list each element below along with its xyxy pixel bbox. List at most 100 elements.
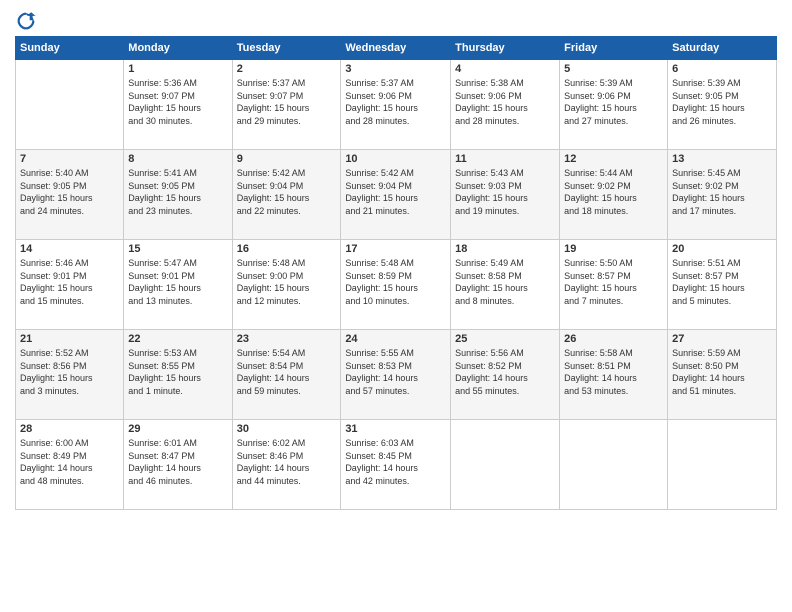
day-info: Sunrise: 5:36 AM Sunset: 9:07 PM Dayligh… bbox=[128, 77, 227, 127]
calendar-cell: 3Sunrise: 5:37 AM Sunset: 9:06 PM Daylig… bbox=[341, 60, 451, 150]
calendar-cell bbox=[560, 420, 668, 510]
day-number: 25 bbox=[455, 333, 555, 345]
day-number: 17 bbox=[345, 243, 446, 255]
calendar-page: SundayMondayTuesdayWednesdayThursdayFrid… bbox=[0, 0, 792, 612]
day-info: Sunrise: 5:42 AM Sunset: 9:04 PM Dayligh… bbox=[237, 167, 337, 217]
day-number: 9 bbox=[237, 153, 337, 165]
day-info: Sunrise: 5:42 AM Sunset: 9:04 PM Dayligh… bbox=[345, 167, 446, 217]
logo-icon bbox=[15, 10, 37, 32]
calendar-cell: 11 Sunrise: 5:43 AM Sunset: 9:03 PM Dayli… bbox=[451, 150, 560, 240]
day-number: 28 bbox=[20, 423, 119, 435]
day-number: 13 bbox=[672, 153, 772, 165]
day-info: Sunrise: 5:45 AM Sunset: 9:02 PM Dayligh… bbox=[672, 167, 772, 217]
calendar-cell: 21 Sunrise: 5:52 AM Sunset: 8:56 PM Dayli… bbox=[16, 330, 124, 420]
calendar-cell: 16Sunrise: 5:48 AM Sunset: 9:00 PM Dayli… bbox=[232, 240, 341, 330]
day-info: Sunrise: 5:49 AM Sunset: 8:58 PM Dayligh… bbox=[455, 257, 555, 307]
weekday-header: Tuesday bbox=[232, 37, 341, 60]
day-number: 1 bbox=[128, 63, 227, 75]
day-info: Sunrise: 5:56 AM Sunset: 8:52 PM Dayligh… bbox=[455, 347, 555, 397]
calendar-cell: 22 Sunrise: 5:53 AM Sunset: 8:55 PM Dayli… bbox=[124, 330, 232, 420]
day-number: 21 bbox=[20, 333, 119, 345]
day-number: 11 bbox=[455, 153, 555, 165]
day-number: 22 bbox=[128, 333, 227, 345]
day-number: 4 bbox=[455, 63, 555, 75]
day-info: Sunrise: 5:37 AM Sunset: 9:07 PM Dayligh… bbox=[237, 77, 337, 127]
day-number: 14 bbox=[20, 243, 119, 255]
calendar-cell: 5 Sunrise: 5:39 AM Sunset: 9:06 PM Daylig… bbox=[560, 60, 668, 150]
day-number: 31 bbox=[345, 423, 446, 435]
weekday-header: Monday bbox=[124, 37, 232, 60]
day-number: 10 bbox=[345, 153, 446, 165]
weekday-header: Friday bbox=[560, 37, 668, 60]
calendar-cell: 30Sunrise: 6:02 AM Sunset: 8:46 PM Dayli… bbox=[232, 420, 341, 510]
day-number: 12 bbox=[564, 153, 663, 165]
calendar-cell: 19 Sunrise: 5:50 AM Sunset: 8:57 PM Dayli… bbox=[560, 240, 668, 330]
day-info: Sunrise: 5:47 AM Sunset: 9:01 PM Dayligh… bbox=[128, 257, 227, 307]
weekday-header: Thursday bbox=[451, 37, 560, 60]
calendar-cell: 10 Sunrise: 5:42 AM Sunset: 9:04 PM Dayli… bbox=[341, 150, 451, 240]
logo bbox=[15, 10, 41, 32]
weekday-header-row: SundayMondayTuesdayWednesdayThursdayFrid… bbox=[16, 37, 777, 60]
calendar-week-row: 14 Sunrise: 5:46 AM Sunset: 9:01 PM Dayli… bbox=[16, 240, 777, 330]
calendar-cell: 1 Sunrise: 5:36 AM Sunset: 9:07 PM Daylig… bbox=[124, 60, 232, 150]
day-number: 8 bbox=[128, 153, 227, 165]
weekday-header: Wednesday bbox=[341, 37, 451, 60]
day-info: Sunrise: 5:59 AM Sunset: 8:50 PM Dayligh… bbox=[672, 347, 772, 397]
day-number: 7 bbox=[20, 153, 119, 165]
calendar-week-row: 21 Sunrise: 5:52 AM Sunset: 8:56 PM Dayli… bbox=[16, 330, 777, 420]
calendar-cell: 7 Sunrise: 5:40 AM Sunset: 9:05 PM Daylig… bbox=[16, 150, 124, 240]
day-info: Sunrise: 5:39 AM Sunset: 9:05 PM Dayligh… bbox=[672, 77, 772, 127]
day-number: 2 bbox=[237, 63, 337, 75]
day-number: 20 bbox=[672, 243, 772, 255]
calendar-cell: 23 Sunrise: 5:54 AM Sunset: 8:54 PM Dayli… bbox=[232, 330, 341, 420]
calendar-cell: 18 Sunrise: 5:49 AM Sunset: 8:58 PM Dayli… bbox=[451, 240, 560, 330]
day-info: Sunrise: 5:55 AM Sunset: 8:53 PM Dayligh… bbox=[345, 347, 446, 397]
calendar-cell: 9 Sunrise: 5:42 AM Sunset: 9:04 PM Daylig… bbox=[232, 150, 341, 240]
calendar-cell bbox=[16, 60, 124, 150]
calendar-cell: 12 Sunrise: 5:44 AM Sunset: 9:02 PM Dayli… bbox=[560, 150, 668, 240]
day-number: 24 bbox=[345, 333, 446, 345]
calendar-cell: 2 Sunrise: 5:37 AM Sunset: 9:07 PM Daylig… bbox=[232, 60, 341, 150]
day-number: 6 bbox=[672, 63, 772, 75]
day-number: 18 bbox=[455, 243, 555, 255]
calendar-cell bbox=[451, 420, 560, 510]
calendar-cell: 8 Sunrise: 5:41 AM Sunset: 9:05 PM Daylig… bbox=[124, 150, 232, 240]
day-number: 30 bbox=[237, 423, 337, 435]
day-info: Sunrise: 5:53 AM Sunset: 8:55 PM Dayligh… bbox=[128, 347, 227, 397]
calendar-cell: 31 Sunrise: 6:03 AM Sunset: 8:45 PM Dayli… bbox=[341, 420, 451, 510]
calendar-cell: 28 Sunrise: 6:00 AM Sunset: 8:49 PM Dayli… bbox=[16, 420, 124, 510]
day-info: Sunrise: 5:41 AM Sunset: 9:05 PM Dayligh… bbox=[128, 167, 227, 217]
weekday-header: Sunday bbox=[16, 37, 124, 60]
day-number: 26 bbox=[564, 333, 663, 345]
day-info: Sunrise: 5:44 AM Sunset: 9:02 PM Dayligh… bbox=[564, 167, 663, 217]
calendar-table: SundayMondayTuesdayWednesdayThursdayFrid… bbox=[15, 36, 777, 510]
calendar-cell: 17Sunrise: 5:48 AM Sunset: 8:59 PM Dayli… bbox=[341, 240, 451, 330]
day-info: Sunrise: 5:54 AM Sunset: 8:54 PM Dayligh… bbox=[237, 347, 337, 397]
day-number: 19 bbox=[564, 243, 663, 255]
calendar-cell: 14 Sunrise: 5:46 AM Sunset: 9:01 PM Dayli… bbox=[16, 240, 124, 330]
day-info: Sunrise: 5:40 AM Sunset: 9:05 PM Dayligh… bbox=[20, 167, 119, 217]
day-info: Sunrise: 6:00 AM Sunset: 8:49 PM Dayligh… bbox=[20, 437, 119, 487]
day-info: Sunrise: 6:01 AM Sunset: 8:47 PM Dayligh… bbox=[128, 437, 227, 487]
calendar-cell: 13 Sunrise: 5:45 AM Sunset: 9:02 PM Dayli… bbox=[668, 150, 777, 240]
calendar-cell: 26Sunrise: 5:58 AM Sunset: 8:51 PM Dayli… bbox=[560, 330, 668, 420]
day-number: 15 bbox=[128, 243, 227, 255]
calendar-cell: 25 Sunrise: 5:56 AM Sunset: 8:52 PM Dayli… bbox=[451, 330, 560, 420]
day-info: Sunrise: 6:03 AM Sunset: 8:45 PM Dayligh… bbox=[345, 437, 446, 487]
calendar-cell: 27Sunrise: 5:59 AM Sunset: 8:50 PM Dayli… bbox=[668, 330, 777, 420]
day-info: Sunrise: 5:50 AM Sunset: 8:57 PM Dayligh… bbox=[564, 257, 663, 307]
calendar-week-row: 1 Sunrise: 5:36 AM Sunset: 9:07 PM Daylig… bbox=[16, 60, 777, 150]
day-info: Sunrise: 5:52 AM Sunset: 8:56 PM Dayligh… bbox=[20, 347, 119, 397]
weekday-header: Saturday bbox=[668, 37, 777, 60]
calendar-cell: 15 Sunrise: 5:47 AM Sunset: 9:01 PM Dayli… bbox=[124, 240, 232, 330]
calendar-cell: 24 Sunrise: 5:55 AM Sunset: 8:53 PM Dayli… bbox=[341, 330, 451, 420]
day-number: 5 bbox=[564, 63, 663, 75]
day-info: Sunrise: 5:46 AM Sunset: 9:01 PM Dayligh… bbox=[20, 257, 119, 307]
day-info: Sunrise: 5:43 AM Sunset: 9:03 PM Dayligh… bbox=[455, 167, 555, 217]
day-info: Sunrise: 5:39 AM Sunset: 9:06 PM Dayligh… bbox=[564, 77, 663, 127]
day-number: 23 bbox=[237, 333, 337, 345]
calendar-cell bbox=[668, 420, 777, 510]
day-info: Sunrise: 5:51 AM Sunset: 8:57 PM Dayligh… bbox=[672, 257, 772, 307]
day-number: 16 bbox=[237, 243, 337, 255]
day-info: Sunrise: 5:37 AM Sunset: 9:06 PM Dayligh… bbox=[345, 77, 446, 127]
